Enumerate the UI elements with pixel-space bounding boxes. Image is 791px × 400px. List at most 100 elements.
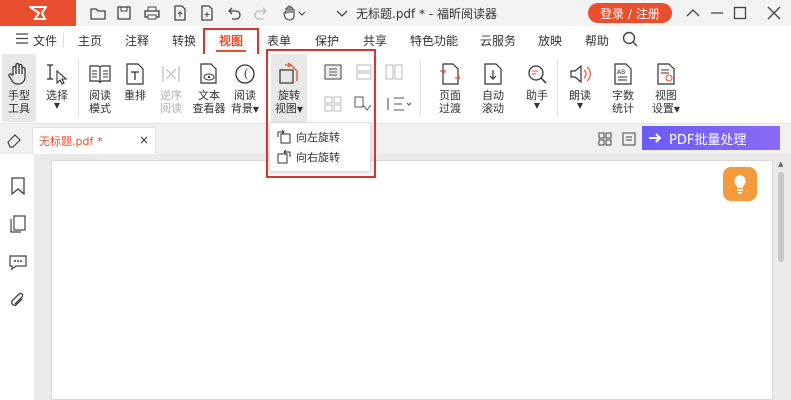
ribbon-separator	[78, 60, 79, 116]
menu-form[interactable]: 表单	[267, 32, 291, 49]
facing-pages-icon[interactable]	[385, 64, 403, 83]
hamburger-menu-icon[interactable]	[16, 33, 28, 47]
maximize-icon[interactable]	[729, 3, 751, 23]
highlight-rotate-view	[266, 49, 376, 178]
menu-share[interactable]: 共享	[363, 32, 387, 49]
menu-features[interactable]: 特色功能	[410, 32, 458, 49]
word-count-button[interactable]: AB 字数 统计	[606, 54, 640, 122]
read-background-button[interactable]: 阅读 背景▼	[230, 54, 260, 122]
page-transition-label: 页面 过渡	[439, 89, 461, 115]
save-icon[interactable]	[114, 3, 134, 23]
text-viewer-label: 文本 查看器	[192, 89, 226, 115]
document-tab-strip: 无标题.pdf * × PDF批量处理	[0, 124, 791, 154]
app-logo[interactable]	[0, 0, 76, 26]
menu-file[interactable]: 文件	[33, 32, 57, 49]
document-title: 无标题.pdf * - 福昕阅读器	[336, 5, 497, 22]
bookmark-icon[interactable]	[8, 176, 28, 196]
read-bg-dropdown-arrow-icon: ▼	[252, 105, 260, 114]
grid-view-icon[interactable]	[598, 132, 612, 149]
attachment-icon[interactable]	[8, 290, 28, 310]
document-area	[34, 154, 791, 400]
assistant-button[interactable]: 助手 ▼	[522, 54, 552, 122]
assistant-dropdown-arrow-icon: ▼	[533, 101, 541, 110]
text-viewer-icon	[197, 62, 221, 86]
auto-scroll-icon	[481, 62, 505, 86]
document-tab-name: 无标题.pdf *	[39, 135, 103, 148]
document-tab[interactable]: 无标题.pdf * ×	[32, 127, 156, 154]
reflow-label: 重排	[124, 89, 146, 102]
ribbon-toolbar: 手型 工具 选择 ▼ 阅读 模式 重排 逆序 阅读 文本 查看器 阅读 背景▼ …	[0, 54, 791, 124]
menu-home[interactable]: 主页	[78, 32, 102, 49]
search-icon[interactable]	[622, 31, 638, 50]
document-list-icon[interactable]	[622, 132, 636, 149]
read-background-label: 阅读 背景▼	[231, 89, 259, 116]
menu-slideshow[interactable]: 放映	[538, 32, 562, 49]
pages-thumbnail-icon[interactable]	[8, 214, 28, 234]
view-settings-label: 视图 设置▼	[652, 89, 680, 116]
left-sidebar: ▶	[0, 154, 43, 400]
new-file-icon[interactable]	[197, 3, 217, 23]
auto-scroll-button[interactable]: 自动 滚动	[476, 54, 510, 122]
page-layout-icon[interactable]	[386, 96, 412, 115]
redo-icon[interactable]	[251, 3, 271, 23]
tab-close-icon[interactable]: ×	[139, 133, 149, 147]
hand-tool-quick-icon[interactable]	[280, 3, 308, 23]
auto-scroll-label: 自动 滚动	[482, 89, 504, 115]
login-register-button[interactable]: 登录 / 注册	[588, 3, 672, 23]
menu-divider	[63, 33, 64, 47]
reverse-read-icon	[159, 62, 183, 86]
comments-icon[interactable]	[8, 252, 28, 272]
word-count-icon: AB	[611, 62, 635, 86]
select-dropdown-arrow-icon: ▼	[53, 101, 61, 110]
foxit-logo-icon	[29, 6, 47, 20]
pdf-page[interactable]	[51, 160, 773, 400]
hand-tool-button[interactable]: 手型 工具	[2, 54, 36, 122]
eraser-icon[interactable]	[6, 132, 22, 151]
close-window-icon[interactable]	[763, 3, 785, 23]
moon-icon	[233, 62, 257, 86]
read-aloud-dropdown-arrow-icon: ▼	[576, 101, 584, 110]
ribbon-separator	[557, 60, 558, 116]
svg-text:AB: AB	[617, 69, 625, 76]
menu-help[interactable]: 帮助	[585, 32, 609, 49]
pdf-batch-label: PDF批量处理	[669, 132, 747, 148]
vertical-scrollbar[interactable]: ▲	[776, 160, 786, 400]
lightbulb-tip-button[interactable]	[723, 167, 757, 201]
open-folder-icon[interactable]	[88, 3, 108, 23]
ribbon-separator	[420, 60, 421, 116]
menu-protect[interactable]: 保护	[315, 32, 339, 49]
print-icon[interactable]	[142, 3, 162, 23]
page-transition-button[interactable]: 页面 过渡	[433, 54, 467, 122]
reverse-read-label: 逆序 阅读	[160, 89, 182, 115]
pdf-batch-banner[interactable]: PDF批量处理	[642, 126, 780, 150]
select-tool-button[interactable]: 选择 ▼	[42, 54, 72, 122]
undo-icon[interactable]	[224, 3, 244, 23]
menu-cloud[interactable]: 云服务	[480, 32, 516, 49]
chevron-down-icon[interactable]	[336, 10, 348, 18]
view-settings-dropdown-arrow-icon: ▼	[673, 105, 681, 114]
book-icon	[88, 62, 112, 86]
read-mode-button[interactable]: 阅读 模式	[85, 54, 115, 122]
reverse-read-button[interactable]: 逆序 阅读	[156, 54, 186, 122]
reflow-button[interactable]: 重排	[120, 54, 150, 122]
menu-bar: 文件 主页 注释 转换 视图 表单 保护 共享 特色功能 云服务 放映 帮助	[0, 26, 791, 54]
minimize-icon[interactable]	[706, 3, 728, 23]
export-icon[interactable]	[170, 3, 190, 23]
read-aloud-button[interactable]: 朗读 ▼	[565, 54, 595, 122]
menu-convert[interactable]: 转换	[172, 32, 196, 49]
lightbulb-icon	[734, 175, 746, 194]
scroll-up-icon[interactable]: ▲	[778, 160, 783, 168]
select-cursor-icon	[45, 62, 69, 86]
menu-annotate[interactable]: 注释	[125, 32, 149, 49]
batch-arrow-icon	[649, 133, 662, 143]
assistant-magnifier-icon	[525, 62, 549, 86]
scrollbar-thumb[interactable]	[778, 172, 784, 262]
word-count-label: 字数 统计	[612, 89, 634, 115]
page-transition-icon	[438, 62, 462, 86]
read-mode-label: 阅读 模式	[89, 89, 111, 115]
document-title-text: 无标题.pdf * - 福昕阅读器	[356, 7, 498, 21]
expand-up-icon[interactable]	[682, 3, 704, 23]
title-bar: 无标题.pdf * - 福昕阅读器 登录 / 注册	[0, 0, 791, 26]
view-settings-button[interactable]: 视图 设置▼	[648, 54, 684, 122]
text-viewer-button[interactable]: 文本 查看器	[192, 54, 226, 122]
